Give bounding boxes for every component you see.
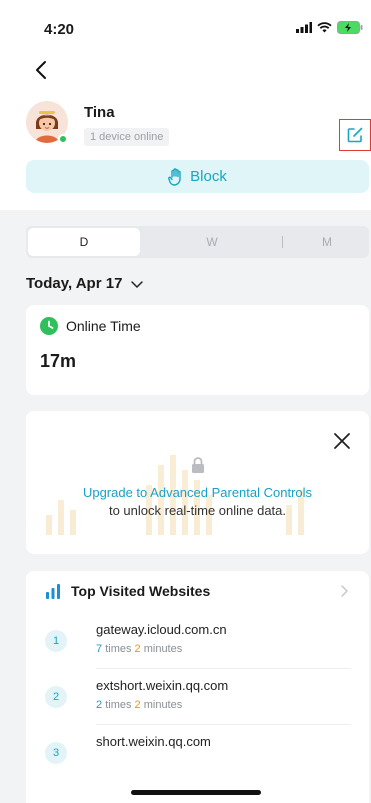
- online-indicator: [58, 134, 68, 144]
- hand-icon: [168, 167, 181, 186]
- signal-icon: [296, 22, 312, 33]
- visit-count: 2: [96, 699, 103, 711]
- site-meta: 7 times 2 minutes: [96, 643, 182, 655]
- top-sites-title: Top Visited Websites: [71, 583, 211, 599]
- site-meta: 2 times 2 minutes: [96, 699, 182, 711]
- clock-icon: [40, 317, 58, 335]
- range-tabs: D W M: [26, 226, 369, 258]
- site-rank: 2: [45, 686, 67, 708]
- tab-divider: [282, 236, 283, 248]
- site-row[interactable]: 2 extshort.weixin.qq.com 2 times 2 minut…: [26, 669, 369, 725]
- battery-icon: [337, 21, 363, 34]
- visits-unit: times: [105, 699, 132, 711]
- site-domain: gateway.icloud.com.cn: [96, 622, 227, 637]
- top-sites-header[interactable]: Top Visited Websites: [45, 583, 210, 599]
- visits-unit: times: [105, 643, 132, 655]
- site-rank: 1: [45, 630, 67, 652]
- minutes-unit: minutes: [143, 643, 183, 655]
- minutes-count: 2: [134, 699, 141, 711]
- online-time-title-row: Online Time: [40, 317, 141, 335]
- tab-month[interactable]: M: [285, 226, 369, 258]
- date-selector[interactable]: Today, Apr 17: [26, 275, 144, 292]
- device-status-badge: 1 device online: [84, 128, 170, 146]
- profile-name: Tina: [84, 104, 115, 121]
- top-sites-more[interactable]: [336, 583, 352, 599]
- visit-count: 7: [96, 643, 103, 655]
- site-domain: extshort.weixin.qq.com: [96, 678, 229, 693]
- site-row[interactable]: 3 short.weixin.qq.com: [26, 725, 369, 781]
- status-icons: [296, 21, 363, 34]
- chevron-right-icon: [341, 585, 348, 597]
- block-button[interactable]: Block: [26, 160, 369, 193]
- online-time-title: Online Time: [66, 318, 141, 334]
- edit-icon: [347, 127, 363, 143]
- site-domain: short.weixin.qq.com: [96, 734, 211, 749]
- status-bar: 4:20: [0, 0, 371, 50]
- online-time-value: 17m: [40, 351, 77, 371]
- edit-profile-button[interactable]: [339, 119, 371, 151]
- close-icon: [334, 433, 350, 449]
- bar-chart-icon: [46, 584, 60, 599]
- online-time-card: Online Time 17m: [26, 305, 369, 395]
- date-label: Today, Apr 17: [26, 275, 123, 292]
- upgrade-subtitle: to unlock real-time online data.: [108, 503, 287, 518]
- home-indicator: [131, 790, 261, 795]
- upgrade-card: Upgrade to Advanced Parental Controls to…: [26, 411, 369, 554]
- back-button[interactable]: [30, 58, 54, 82]
- top-sites-card: Top Visited Websites 1 gateway.icloud.co…: [26, 571, 369, 803]
- tab-week[interactable]: W: [165, 226, 259, 258]
- block-button-label: Block: [190, 168, 227, 185]
- close-upgrade-button[interactable]: [330, 429, 354, 453]
- upgrade-link[interactable]: Upgrade to Advanced Parental Controls: [26, 485, 369, 500]
- wifi-icon: [317, 22, 332, 33]
- site-rank: 3: [45, 742, 67, 764]
- tab-day[interactable]: D: [28, 228, 140, 256]
- lock-icon: [188, 455, 208, 475]
- chevron-down-icon: [131, 280, 144, 288]
- back-arrow-icon: [36, 61, 46, 79]
- status-time: 4:20: [44, 21, 75, 38]
- minutes-unit: minutes: [143, 699, 183, 711]
- minutes-count: 2: [134, 643, 141, 655]
- site-row[interactable]: 1 gateway.icloud.com.cn 7 times 2 minute…: [26, 613, 369, 669]
